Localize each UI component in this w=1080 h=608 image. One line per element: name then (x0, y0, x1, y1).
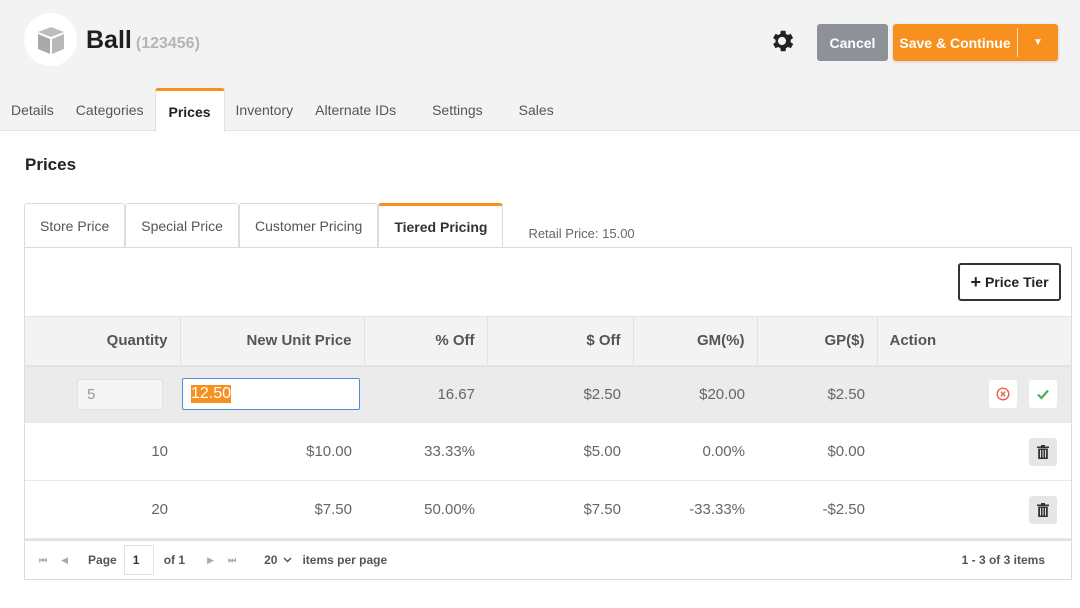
product-avatar (24, 13, 77, 66)
subtab-customer-pricing[interactable]: Customer Pricing (238, 203, 379, 248)
next-page-icon[interactable]: ▶ (207, 555, 214, 566)
plus-icon: + (970, 272, 981, 292)
cell-action (877, 422, 1071, 481)
section-title: Prices (25, 155, 77, 174)
main-tabs: Details Categories Prices Inventory Alte… (0, 88, 565, 132)
new-unit-price-input[interactable]: 12.50 (182, 378, 360, 411)
prev-page-icon[interactable]: ◀ (61, 555, 68, 566)
quantity-field-disabled: 5 (77, 378, 163, 410)
first-page-icon[interactable]: ⏮ (39, 555, 47, 566)
cell-gm: 0.00% (633, 422, 757, 481)
col-new-unit-price[interactable]: New Unit Price (180, 316, 365, 367)
page-label: Page (88, 553, 117, 567)
add-price-tier-label: Price Tier (984, 274, 1049, 290)
delete-tier-button[interactable] (1029, 437, 1057, 466)
checkmark-icon (1037, 390, 1049, 400)
tab-sales[interactable]: Sales (508, 88, 565, 131)
cell-gp: $2.50 (757, 365, 877, 423)
cancel-circle-icon (996, 387, 1010, 401)
cell-quantity: 5 (25, 365, 180, 423)
col-quantity[interactable]: Quantity (25, 316, 181, 367)
page-size-value: 20 (264, 553, 278, 567)
cell-dollar-off: $2.50 (487, 365, 633, 423)
col-gp[interactable]: GP($) (757, 316, 878, 367)
gear-icon[interactable] (768, 27, 796, 55)
cell-action (877, 480, 1071, 539)
caret-down-icon: ▼ (1033, 37, 1043, 48)
subtab-store-price[interactable]: Store Price (24, 203, 126, 248)
pager-info: 1 - 3 of 3 items (961, 553, 1045, 567)
cell-dollar-off: $5.00 (487, 422, 633, 481)
page-count: of 1 (163, 553, 186, 567)
items-per-page-label: items per page (302, 553, 388, 567)
confirm-edit-button[interactable] (1029, 380, 1057, 409)
cancel-edit-button[interactable] (988, 380, 1017, 409)
cancel-button[interactable]: Cancel (817, 24, 888, 61)
cell-quantity: 20 (25, 480, 180, 539)
product-title: Ball (123456) (86, 26, 200, 55)
col-action: Action (877, 316, 1071, 367)
table-header-row: Quantity New Unit Price % Off $ Off GM(%… (25, 316, 1071, 367)
subtab-special-price[interactable]: Special Price (125, 203, 239, 248)
product-code: (123456) (135, 35, 200, 52)
last-page-icon[interactable]: ⏭ (228, 555, 236, 566)
cell-new-unit-price: 12.50 (180, 365, 364, 423)
page-size-select[interactable]: 20 (264, 553, 292, 567)
tiered-pricing-panel: + Price Tier Quantity New Unit Price % O… (24, 247, 1072, 580)
retail-price: Retail Price: 15.00 (528, 226, 635, 241)
box-icon (37, 26, 64, 54)
cell-gm: -33.33% (633, 480, 757, 539)
product-name: Ball (86, 26, 132, 54)
cell-pct-off: 50.00% (364, 480, 487, 539)
pager: ⏮ ◀ Page 1 of 1 ▶ ⏭ 20 items per page 1 … (25, 539, 1071, 579)
tab-details[interactable]: Details (0, 88, 65, 131)
cell-action (877, 365, 1071, 423)
tab-categories[interactable]: Categories (65, 88, 155, 131)
selected-text: 12.50 (191, 385, 232, 404)
tab-prices[interactable]: Prices (154, 88, 225, 132)
subtab-tiered-pricing[interactable]: Tiered Pricing (378, 203, 504, 248)
save-continue-split-button: Save & Continue ▼ (893, 24, 1058, 61)
cell-dollar-off: $7.50 (487, 480, 633, 539)
cell-quantity: 10 (25, 422, 180, 481)
cell-gm: $20.00 (633, 365, 757, 423)
tab-inventory[interactable]: Inventory (225, 88, 305, 131)
cell-new-unit-price: $10.00 (180, 422, 364, 481)
trash-icon (1037, 502, 1049, 517)
col-dollar-off[interactable]: $ Off (487, 316, 634, 367)
page-header: Ball (123456) Cancel Save & Continue ▼ De… (0, 0, 1080, 132)
price-tier-table: Quantity New Unit Price % Off $ Off GM(%… (25, 316, 1071, 539)
trash-icon (1037, 444, 1049, 459)
add-price-tier-button[interactable]: + Price Tier (958, 263, 1061, 301)
delete-tier-button[interactable] (1029, 495, 1057, 524)
save-continue-button[interactable]: Save & Continue (893, 24, 1017, 61)
page-number-input[interactable]: 1 (123, 545, 154, 575)
table-row: 10 $10.00 33.33% $5.00 0.00% $0.00 (25, 422, 1071, 481)
table-row: 20 $7.50 50.00% $7.50 -33.33% -$2.50 (25, 480, 1071, 539)
price-subtabs: Store Price Special Price Customer Prici… (24, 203, 635, 248)
table-row-editing: 5 12.50 16.67 $2.50 $20.00 $2.50 (25, 365, 1071, 423)
cell-new-unit-price: $7.50 (180, 480, 364, 539)
chevron-down-icon (283, 557, 292, 563)
cell-pct-off: 33.33% (364, 422, 487, 481)
col-pct-off[interactable]: % Off (364, 316, 488, 367)
tab-settings[interactable]: Settings (407, 88, 508, 131)
cell-gp: -$2.50 (757, 480, 877, 539)
tab-alternate-ids[interactable]: Alternate IDs (304, 88, 407, 131)
cell-pct-off: 16.67 (364, 365, 487, 423)
save-options-dropdown[interactable]: ▼ (1018, 24, 1058, 61)
cell-gp: $0.00 (757, 422, 877, 481)
col-gm[interactable]: GM(%) (633, 316, 758, 367)
